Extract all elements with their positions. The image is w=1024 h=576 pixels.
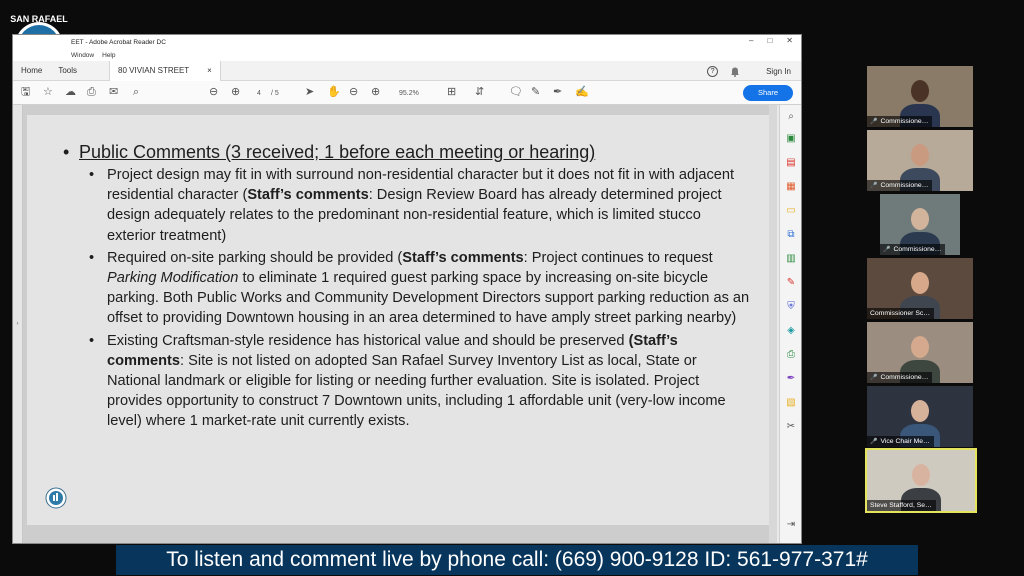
email-icon[interactable]: ✉ <box>109 85 118 99</box>
left-panel-toggle[interactable]: › <box>13 105 23 543</box>
select-cursor-icon[interactable]: ➤ <box>305 85 314 99</box>
participant-tile[interactable]: 🎤 Vice Chair Me… <box>867 386 973 447</box>
phone-caption-banner: To listen and comment live by phone call… <box>116 545 918 575</box>
protect-icon[interactable]: ⛨ <box>785 301 797 313</box>
maximize-button[interactable]: □ <box>767 36 772 45</box>
participant-face <box>911 80 929 102</box>
tab-document[interactable]: 80 VIVIAN STREET × <box>109 60 221 81</box>
scroll-mode-icon[interactable]: ⇵ <box>475 85 484 99</box>
edit-pdf-icon[interactable]: ▥ <box>785 253 797 265</box>
sign-tool-icon[interactable]: ✒ <box>785 373 797 385</box>
title-bar: EET - Adobe Acrobat Reader DC – □ ✕ <box>13 35 801 49</box>
slide-title: Public Comments (3 received; 1 before ea… <box>63 141 753 163</box>
participant-face <box>911 272 929 294</box>
fit-page-icon[interactable]: ⊞ <box>447 85 456 99</box>
zoom-search-icon[interactable]: ⌕ <box>785 111 797 123</box>
close-window-button[interactable]: ✕ <box>786 36 793 45</box>
comment-bullet-1: Project design may fit in with surround … <box>77 165 753 246</box>
participant-face <box>912 464 930 486</box>
menu-window[interactable]: Window <box>71 52 94 59</box>
comment-bullet-2: Required on-site parking should be provi… <box>77 248 753 329</box>
participant-name: 🎤 Commissione… <box>880 244 946 255</box>
participant-name: 🎤 Commissione… <box>867 116 933 127</box>
close-tab-icon[interactable]: × <box>207 61 212 81</box>
muted-mic-icon: 🎤 <box>870 439 878 445</box>
upload-cloud-icon[interactable]: ☁ <box>65 85 76 99</box>
participant-tile[interactable]: Commissioner Sc… <box>867 258 973 319</box>
muted-mic-icon: 🎤 <box>883 247 891 253</box>
fill-sign-icon[interactable]: ✍ <box>575 85 589 99</box>
document-tab-label: 80 VIVIAN STREET <box>118 65 190 75</box>
participant-tile[interactable]: 🎤 Commissione… <box>867 322 973 383</box>
export-pdf-icon[interactable]: ▤ <box>785 157 797 169</box>
create-pdf-icon[interactable]: ▣ <box>785 133 797 145</box>
participant-face <box>911 208 929 230</box>
bookmark-star-icon[interactable]: ☆ <box>43 85 53 99</box>
document-area[interactable]: › Public Comments (3 received; 1 before … <box>13 105 777 543</box>
acrobat-window: EET - Adobe Acrobat Reader DC – □ ✕ Wind… <box>12 34 802 544</box>
muted-mic-icon: 🎤 <box>870 375 878 381</box>
participant-face <box>911 144 929 166</box>
combine-files-icon[interactable]: ⧉ <box>785 229 797 241</box>
participant-name: 🎤 Commissione… <box>867 372 933 383</box>
collapse-panel-icon[interactable]: ⇥ <box>785 519 797 531</box>
tab-tools[interactable]: Tools <box>50 61 85 81</box>
participant-face <box>911 336 929 358</box>
tab-bar: Home Tools 80 VIVIAN STREET × ? Sign In <box>13 60 801 81</box>
sign-in-link[interactable]: Sign In <box>766 67 791 76</box>
participant-tile[interactable]: 🎤 Commissione… <box>880 194 960 255</box>
optimize-icon[interactable]: ◈ <box>785 325 797 337</box>
muted-mic-icon: 🎤 <box>870 183 878 189</box>
sign-icon[interactable]: ✒ <box>553 85 562 99</box>
organize-pages-icon[interactable]: ▦ <box>785 181 797 193</box>
page-number-input[interactable]: 4 <box>257 87 261 101</box>
zoom-level[interactable]: 95.2% <box>399 87 419 101</box>
participant-name: 🎤 Commissione… <box>867 180 933 191</box>
zoom-out-icon[interactable]: ⊖ <box>349 85 358 99</box>
minimize-button[interactable]: – <box>749 36 753 45</box>
window-title: EET - Adobe Acrobat Reader DC <box>71 38 166 46</box>
more-tools-icon[interactable]: ✂ <box>785 421 797 433</box>
muted-mic-icon: 🎤 <box>870 119 878 125</box>
participant-name: Commissioner Sc… <box>867 308 935 319</box>
save-icon[interactable]: 🖫 <box>21 85 30 99</box>
pdf-page: Public Comments (3 received; 1 before ea… <box>27 115 769 525</box>
send-file-icon[interactable]: ▧ <box>785 397 797 409</box>
slide-footer-logo <box>45 487 67 509</box>
highlight-pen-icon[interactable]: ✎ <box>531 85 540 99</box>
bell-icon[interactable] <box>730 66 740 77</box>
menu-bar: Window Help <box>13 49 801 61</box>
participant-face <box>911 400 929 422</box>
vertical-scrollbar[interactable] <box>769 105 777 543</box>
page-total: / 5 <box>271 90 279 97</box>
participant-tile[interactable]: 🎤 Commissione… <box>867 66 973 127</box>
tab-home[interactable]: Home <box>13 61 50 81</box>
meeting-stream: SAN RAFAEL EET - Adobe Acrobat Reader DC… <box>0 0 1024 576</box>
participant-tile[interactable]: Steve Stafford, Se… <box>865 448 977 513</box>
fill-sign-tool-icon[interactable]: ✎ <box>785 277 797 289</box>
toolbar: 🖫 ☆ ☁ ⎙ ✉ ⌕ ⊖ ⊕ 4 / 5 ➤ ✋ ⊖ ⊕ 95.2% ⊞ ⇵ … <box>13 81 801 105</box>
participant-name: 🎤 Vice Chair Me… <box>867 436 934 447</box>
previous-page-icon[interactable]: ⊖ <box>209 85 218 99</box>
next-page-icon[interactable]: ⊕ <box>231 85 240 99</box>
help-icon[interactable]: ? <box>707 65 719 77</box>
zoom-in-icon[interactable]: ⊕ <box>371 85 380 99</box>
print-production-icon[interactable]: ⎙ <box>785 349 797 361</box>
print-icon[interactable]: ⎙ <box>87 85 96 99</box>
slide-content: Public Comments (3 received; 1 before ea… <box>63 141 753 432</box>
svg-text:SAN RAFAEL: SAN RAFAEL <box>10 14 68 24</box>
participant-name: Steve Stafford, Se… <box>867 500 936 511</box>
comment-tool-icon[interactable]: ▭ <box>785 205 797 217</box>
menu-help[interactable]: Help <box>102 52 115 59</box>
tools-panel: ⌕ ▣ ▤ ▦ ▭ ⧉ ▥ ✎ ⛨ ◈ ⎙ ✒ ▧ ✂ ⇥ <box>779 105 801 543</box>
participant-tile[interactable]: 🎤 Commissione… <box>867 130 973 191</box>
hand-tool-icon[interactable]: ✋ <box>327 85 341 99</box>
share-button[interactable]: Share <box>743 85 793 101</box>
comment-icon[interactable]: 🗨 <box>509 85 523 99</box>
comment-bullet-3: Existing Craftsman-style residence has h… <box>77 331 753 432</box>
search-icon[interactable]: ⌕ <box>133 85 139 99</box>
